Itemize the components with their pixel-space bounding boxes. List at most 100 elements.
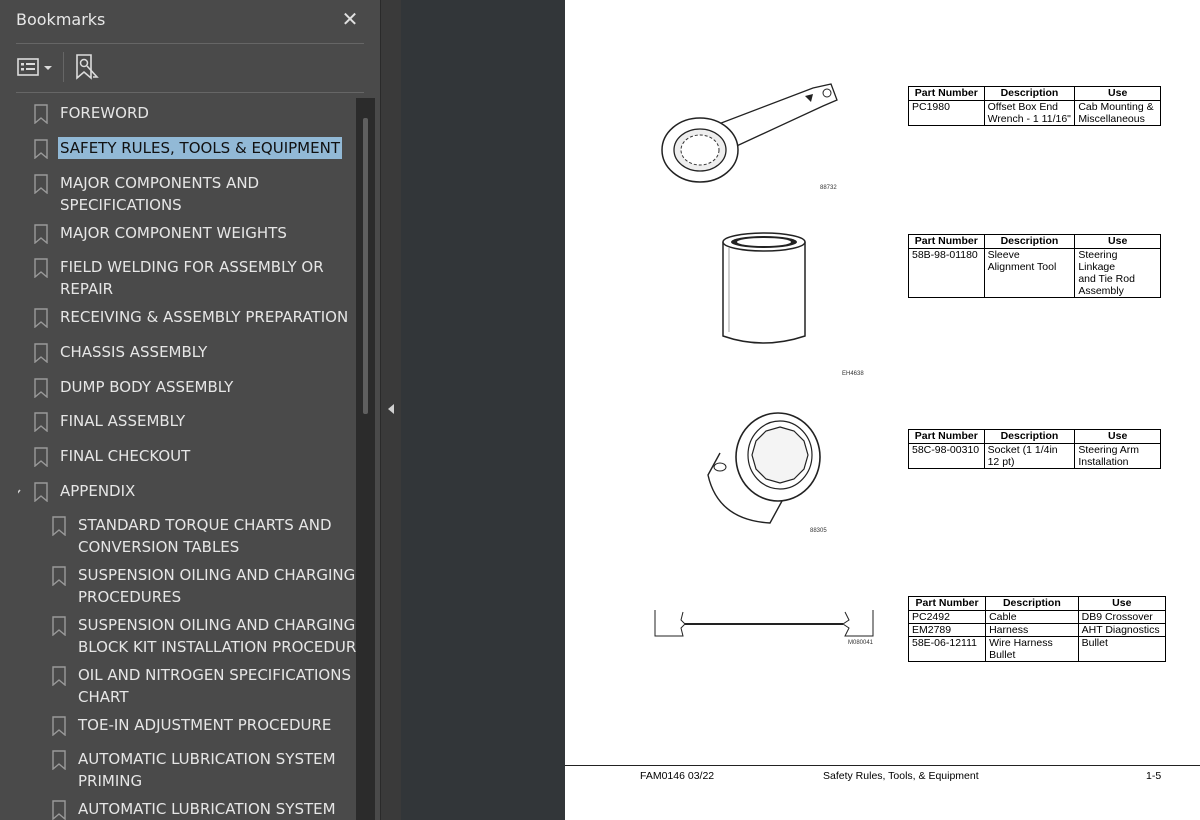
bookmark-item[interactable]: MAJOR COMPONENT WEIGHTS xyxy=(34,224,356,246)
bookmark-icon xyxy=(34,482,48,502)
part-number-cell: PC2492 xyxy=(907,610,987,624)
cell-line: Offset Box End xyxy=(987,101,1059,113)
table-header: Description xyxy=(983,429,1076,444)
bookmark-label: SAFETY RULES, TOOLS & EQUIPMENT xyxy=(58,137,342,159)
parts-table: Part Number Description Use 58C-98-00310 Soc… xyxy=(908,429,1161,469)
bookmark-item[interactable]: MAJOR COMPONENTS AND SPECIFICATIONS xyxy=(34,174,356,218)
footer-rule xyxy=(565,765,1200,766)
cell-line: Steering Arm xyxy=(1078,444,1140,456)
table-header: Use xyxy=(1074,86,1161,101)
parts-table: Part Number Description Use PC1980 Offset Bo… xyxy=(908,86,1161,126)
figure-id: 88732 xyxy=(820,185,837,191)
bookmark-item[interactable]: FINAL ASSEMBLY xyxy=(34,412,356,434)
bookmark-label: APPENDIX xyxy=(60,482,136,500)
bookmark-label: CONVERSION TABLES xyxy=(78,538,240,556)
bookmark-label: FIELD WELDING FOR ASSEMBLY OR xyxy=(60,258,324,276)
list-options-icon xyxy=(17,58,52,76)
bookmark-item[interactable]: DUMP BODY ASSEMBLY xyxy=(34,378,356,400)
bookmark-label: AUTOMATIC LUBRICATION SYSTEM xyxy=(78,800,336,818)
part-number-cell: 58E-06-12111 xyxy=(907,636,987,662)
description-cell: Offset Box End Wrench - 1 11/16" xyxy=(983,100,1076,126)
bookmark-label: DUMP BODY ASSEMBLY xyxy=(60,378,234,396)
bookmark-item[interactable]: AUTOMATIC LUBRICATION SYSTEM xyxy=(52,800,356,820)
bookmark-label: FINAL CHECKOUT xyxy=(60,447,191,465)
bookmark-item[interactable]: AUTOMATIC LUBRICATION SYSTEM PRIMING xyxy=(52,750,356,794)
part-number-cell: EM2789 xyxy=(907,623,987,637)
bookmark-item[interactable]: FINAL CHECKOUT xyxy=(34,447,356,469)
use-cell: Steering Arm Installation xyxy=(1074,443,1161,469)
table-row: EM2789 Harness AHT Diagnostics xyxy=(907,623,1167,637)
description-cell: Socket (1 1/4in 12 pt) xyxy=(983,443,1076,469)
cell-line: and Tie Rod xyxy=(1078,273,1135,285)
bookmark-label: SUSPENSION OILING AND CHARGING xyxy=(78,616,356,634)
bookmark-item[interactable]: CHASSIS ASSEMBLY xyxy=(34,343,356,365)
table-header: Use xyxy=(1077,596,1167,611)
footer-doc-id: FAM0146 03/22 xyxy=(640,770,715,782)
use-cell: Steering Linkage and Tie Rod Assembly xyxy=(1074,248,1161,298)
find-bookmark-icon xyxy=(76,54,99,80)
bookmark-label: PRIMING xyxy=(78,772,143,790)
bookmark-list: FOREWORD SAFETY RULES, TOOLS & EQUIPMENT M… xyxy=(18,98,356,820)
cell-line: Cable xyxy=(989,611,1017,623)
use-cell: DB9 Crossover xyxy=(1077,610,1167,624)
bookmark-item[interactable]: APPENDIX xyxy=(34,482,356,504)
cell-line: Assembly xyxy=(1078,285,1124,297)
offset-wrench-illustration xyxy=(661,83,838,183)
cell-line: Alignment Tool xyxy=(987,261,1057,273)
description-cell: Cable xyxy=(985,610,1079,624)
bookmark-item[interactable]: FIELD WELDING FOR ASSEMBLY OR REPAIR xyxy=(34,258,356,302)
bookmark-item[interactable]: SAFETY RULES, TOOLS & EQUIPMENT xyxy=(34,137,356,161)
bookmark-item[interactable]: STANDARD TORQUE CHARTS AND CONVERSION TAB… xyxy=(52,516,356,560)
bookmark-item[interactable]: RECEIVING & ASSEMBLY PREPARATION xyxy=(34,308,356,330)
close-panel-button[interactable]: ✕ xyxy=(338,6,362,32)
bookmark-icon xyxy=(52,716,66,736)
bookmark-label: MAJOR COMPONENT WEIGHTS xyxy=(60,224,287,242)
bookmark-icon xyxy=(52,666,66,686)
expand-toggle[interactable] xyxy=(18,486,22,500)
bookmark-item[interactable]: SUSPENSION OILING AND CHARGING BLOCK KIT … xyxy=(52,616,356,660)
footer-section: Safety Rules, Tools, & Equipment xyxy=(823,770,979,782)
find-bookmark-button[interactable] xyxy=(72,52,102,82)
bookmark-icon xyxy=(34,378,48,398)
table-row: 58C-98-00310 Socket (1 1/4in 12 pt) Steerin… xyxy=(908,443,1161,469)
table-header: Use xyxy=(1074,234,1161,249)
cell-line: Bullet xyxy=(1081,637,1108,649)
parts-table: Part Number Description Use 58B-98-01180 Sle… xyxy=(908,234,1161,298)
scrollbar-thumb[interactable] xyxy=(363,118,368,414)
figure-id: EH4638 xyxy=(842,371,864,377)
figure-id: 88305 xyxy=(810,528,827,534)
table-header: Description xyxy=(983,86,1076,101)
use-cell: Bullet xyxy=(1077,636,1167,662)
bookmark-icon xyxy=(52,566,66,586)
bookmark-item[interactable]: OIL AND NITROGEN SPECIFICATIONS CHART xyxy=(52,666,356,710)
bookmark-item[interactable]: SUSPENSION OILING AND CHARGING PROCEDURES xyxy=(52,566,356,610)
table-header: Description xyxy=(985,596,1079,611)
document-page: 88732 EH4638 88305 M080041 Part Number De… xyxy=(565,0,1200,820)
socket-illustration xyxy=(707,412,821,524)
description-cell: Wire Harness Bullet xyxy=(985,636,1079,662)
use-cell: AHT Diagnostics xyxy=(1077,623,1167,637)
bookmark-options-button[interactable] xyxy=(14,54,56,80)
bookmark-label: SUSPENSION OILING AND CHARGING xyxy=(78,566,356,584)
bookmark-label: MAJOR COMPONENTS AND xyxy=(60,174,260,192)
bookmark-label: BLOCK KIT INSTALLATION PROCEDURE xyxy=(78,638,356,656)
bookmark-icon xyxy=(34,412,48,432)
bookmark-item[interactable]: TOE-IN ADJUSTMENT PROCEDURE xyxy=(52,716,356,738)
cell-line: Wrench - 1 11/16" xyxy=(987,113,1071,125)
close-icon: ✕ xyxy=(341,7,359,31)
table-row: 58E-06-12111 Wire Harness Bullet Bullet xyxy=(907,636,1167,662)
bookmark-icon xyxy=(52,516,66,536)
bookmark-label: CHART xyxy=(78,688,129,706)
bookmark-label: RECEIVING & ASSEMBLY PREPARATION xyxy=(60,308,349,326)
bookmark-item[interactable]: FOREWORD xyxy=(34,104,356,126)
table-row: 58B-98-01180 Sleeve Alignment Tool Steering… xyxy=(908,248,1161,298)
footer-page-number: 1-5 xyxy=(1146,770,1162,782)
cell-line: Wire Harness xyxy=(989,637,1053,649)
table-row: PC2492 Cable DB9 Crossover xyxy=(907,610,1167,624)
bookmarks-panel: Bookmarks ✕ FOREWORD SAFETY RULES, TOOLS … xyxy=(0,0,380,820)
bookmark-icon xyxy=(52,800,66,820)
table-header: Part Number xyxy=(908,234,985,249)
parts-table: Part Number Description Use PC2492 Cable DB9 … xyxy=(907,596,1167,662)
bookmark-icon xyxy=(34,308,48,328)
collapse-panel-button[interactable] xyxy=(384,396,398,422)
